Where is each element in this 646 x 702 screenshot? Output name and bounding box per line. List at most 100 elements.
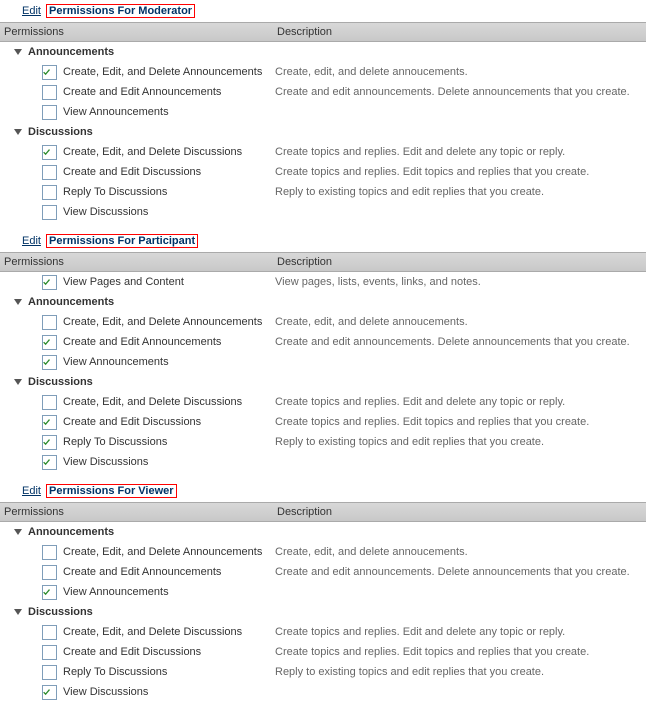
permission-checkbox[interactable] (42, 185, 57, 200)
permission-label: View Discussions (63, 456, 148, 468)
permission-label: View Discussions (63, 206, 148, 218)
permission-row: Create, Edit, and Delete Discussions Cre… (0, 392, 646, 412)
permission-group[interactable]: Discussions (0, 372, 646, 392)
collapse-icon[interactable] (14, 609, 22, 615)
permission-checkbox[interactable] (42, 455, 57, 470)
permission-checkbox[interactable] (42, 435, 57, 450)
permission-group[interactable]: Discussions (0, 602, 646, 622)
group-name: Discussions (28, 606, 93, 618)
permission-label: Create, Edit, and Delete Discussions (63, 146, 242, 158)
permission-checkbox[interactable] (42, 355, 57, 370)
permission-description: Create, edit, and delete annoucements. (275, 316, 646, 328)
collapse-icon[interactable] (14, 299, 22, 305)
permission-description: Create, edit, and delete annoucements. (275, 546, 646, 558)
permission-row: Create and Edit Announcements Create and… (0, 82, 646, 102)
permission-label: View Announcements (63, 106, 169, 118)
permission-row: Create, Edit, and Delete Discussions Cre… (0, 622, 646, 642)
permission-row: Create, Edit, and Delete Announcements C… (0, 542, 646, 562)
edit-link[interactable]: Edit (22, 235, 41, 247)
permission-checkbox[interactable] (42, 65, 57, 80)
permission-label: Reply To Discussions (63, 436, 167, 448)
column-headers: Permissions Description (0, 252, 646, 272)
permission-row: View Pages and Content View pages, lists… (0, 272, 646, 292)
permission-row: Create and Edit Announcements Create and… (0, 332, 646, 352)
permission-checkbox[interactable] (42, 565, 57, 580)
permission-label: View Discussions (63, 686, 148, 698)
column-description: Description (275, 253, 646, 271)
permission-description: Reply to existing topics and edit replie… (275, 436, 646, 448)
permission-description: Create, edit, and delete annoucements. (275, 66, 646, 78)
permission-group[interactable]: Announcements (0, 522, 646, 542)
permission-row: Reply To Discussions Reply to existing t… (0, 182, 646, 202)
permission-row: Create, Edit, and Delete Discussions Cre… (0, 142, 646, 162)
permission-checkbox[interactable] (42, 165, 57, 180)
permission-description: Create topics and replies. Edit topics a… (275, 166, 646, 178)
permission-checkbox[interactable] (42, 395, 57, 410)
permission-row: View Announcements (0, 102, 646, 122)
permission-label: View Pages and Content (63, 276, 184, 288)
permission-checkbox[interactable] (42, 275, 57, 290)
permission-label: Create, Edit, and Delete Announcements (63, 546, 262, 558)
permission-row: Create, Edit, and Delete Announcements C… (0, 62, 646, 82)
permission-checkbox[interactable] (42, 85, 57, 100)
permission-checkbox[interactable] (42, 645, 57, 660)
permission-row: Create and Edit Discussions Create topic… (0, 162, 646, 182)
permission-description: Reply to existing topics and edit replie… (275, 666, 646, 678)
column-description: Description (275, 23, 646, 41)
group-name: Announcements (28, 526, 114, 538)
permission-label: View Announcements (63, 586, 169, 598)
collapse-icon[interactable] (14, 529, 22, 535)
permission-checkbox[interactable] (42, 415, 57, 430)
permission-checkbox[interactable] (42, 545, 57, 560)
permission-checkbox[interactable] (42, 625, 57, 640)
group-name: Discussions (28, 376, 93, 388)
permission-label: Create and Edit Announcements (63, 86, 221, 98)
permission-checkbox[interactable] (42, 145, 57, 160)
permission-label: Create and Edit Discussions (63, 646, 201, 658)
collapse-icon[interactable] (14, 129, 22, 135)
permission-label: Create and Edit Announcements (63, 566, 221, 578)
permission-description: Create and edit announcements. Delete an… (275, 336, 646, 348)
permissions-panel: Edit Permissions For Moderator Permissio… (0, 0, 646, 222)
collapse-icon[interactable] (14, 379, 22, 385)
permission-description: View pages, lists, events, links, and no… (275, 276, 646, 288)
permission-group[interactable]: Discussions (0, 122, 646, 142)
group-name: Discussions (28, 126, 93, 138)
permission-checkbox[interactable] (42, 315, 57, 330)
permission-row: Create, Edit, and Delete Announcements C… (0, 312, 646, 332)
permissions-panel: Edit Permissions For Viewer Permissions … (0, 480, 646, 702)
edit-link[interactable]: Edit (22, 5, 41, 17)
permission-label: Create, Edit, and Delete Discussions (63, 396, 242, 408)
permission-row: View Discussions (0, 202, 646, 222)
permission-checkbox[interactable] (42, 335, 57, 350)
permission-description: Create topics and replies. Edit and dele… (275, 396, 646, 408)
permission-row: Reply To Discussions Reply to existing t… (0, 432, 646, 452)
permission-label: Create, Edit, and Delete Discussions (63, 626, 242, 638)
permission-group[interactable]: Announcements (0, 292, 646, 312)
column-headers: Permissions Description (0, 22, 646, 42)
permission-label: Create, Edit, and Delete Announcements (63, 66, 262, 78)
permission-label: Create and Edit Announcements (63, 336, 221, 348)
permission-description: Create topics and replies. Edit topics a… (275, 646, 646, 658)
permission-checkbox[interactable] (42, 205, 57, 220)
edit-link[interactable]: Edit (22, 485, 41, 497)
panel-title: Permissions For Participant (46, 234, 198, 248)
column-permissions: Permissions (0, 503, 275, 521)
permission-group[interactable]: Announcements (0, 42, 646, 62)
permission-row: View Discussions (0, 452, 646, 472)
column-permissions: Permissions (0, 23, 275, 41)
permission-checkbox[interactable] (42, 585, 57, 600)
column-headers: Permissions Description (0, 502, 646, 522)
permission-label: View Announcements (63, 356, 169, 368)
permission-label: Create and Edit Discussions (63, 166, 201, 178)
collapse-icon[interactable] (14, 49, 22, 55)
permission-checkbox[interactable] (42, 685, 57, 700)
permission-checkbox[interactable] (42, 105, 57, 120)
permission-row: Create and Edit Discussions Create topic… (0, 412, 646, 432)
permission-row: View Announcements (0, 582, 646, 602)
permission-checkbox[interactable] (42, 665, 57, 680)
panel-title: Permissions For Moderator (46, 4, 195, 18)
column-description: Description (275, 503, 646, 521)
permission-description: Reply to existing topics and edit replie… (275, 186, 646, 198)
permission-row: View Discussions (0, 682, 646, 702)
